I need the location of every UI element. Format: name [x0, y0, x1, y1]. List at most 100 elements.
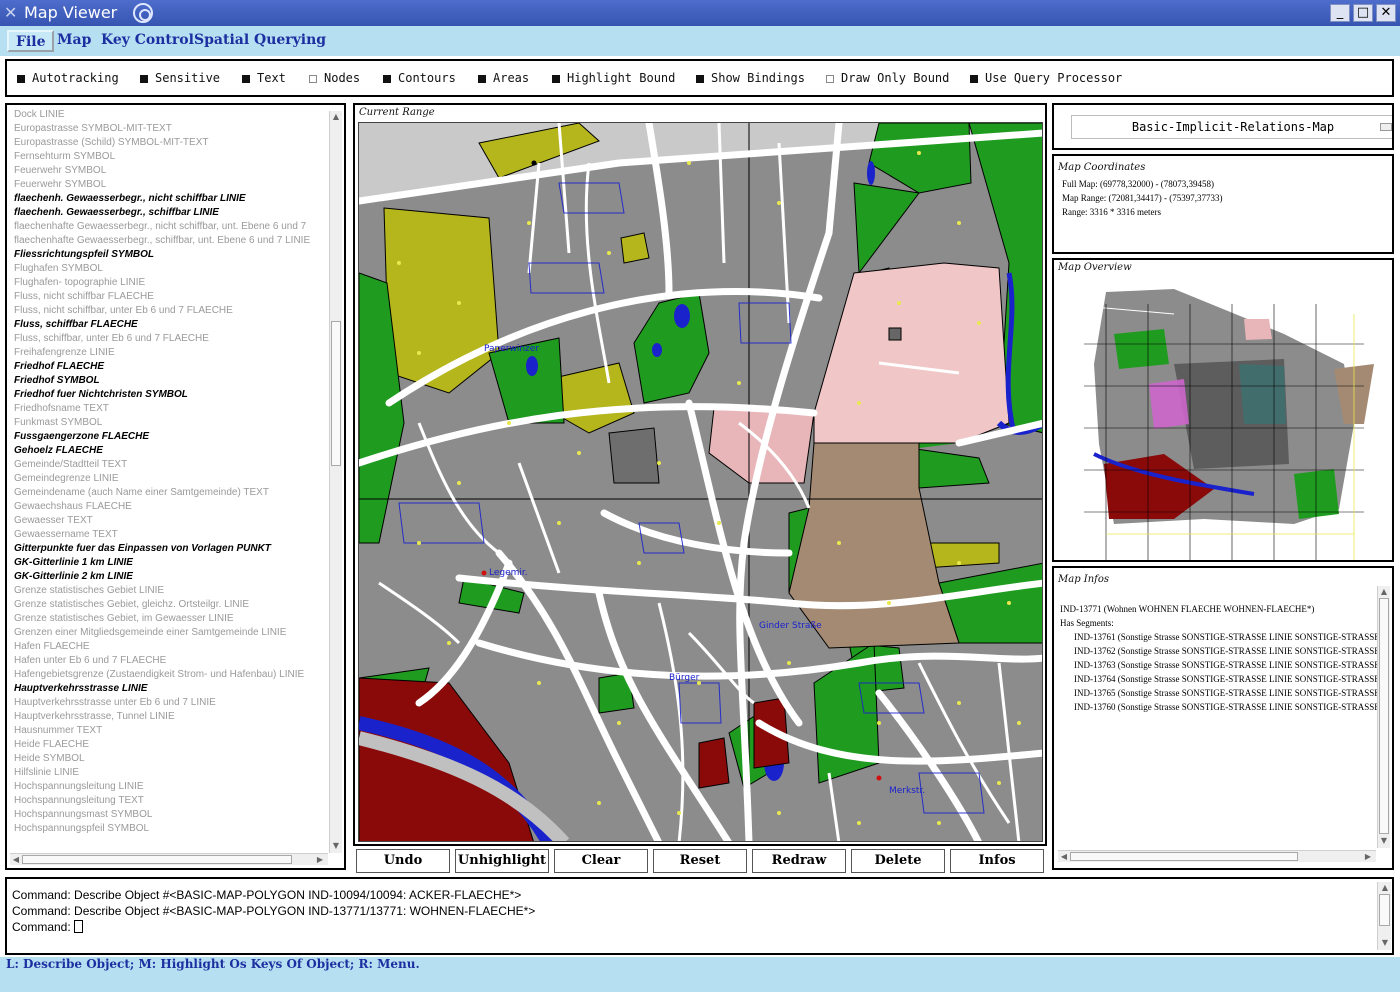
layer-item[interactable]: Gemeinde/Stadtteil TEXT — [14, 458, 329, 472]
scroll-up-icon[interactable]: ▲ — [1380, 883, 1390, 893]
layer-item[interactable]: Feuerwehr SYMBOL — [14, 178, 329, 192]
layer-item[interactable]: Gewaechshaus FLAECHE — [14, 500, 329, 514]
layer-item[interactable]: flaechenh. Gewaesserbegr., schiffbar LIN… — [14, 206, 329, 220]
layer-item[interactable]: Grenze statistisches Gebiet, gleichz. Or… — [14, 598, 329, 612]
command-prompt[interactable]: Command: — [12, 920, 83, 934]
option-areas[interactable]: Areas — [478, 71, 529, 85]
scroll-down-icon[interactable]: ▼ — [331, 841, 341, 851]
layer-item[interactable]: Gewaessername TEXT — [14, 528, 329, 542]
layer-item[interactable]: flaechenhafte Gewaesserbegr., nicht schi… — [14, 220, 329, 234]
scroll-thumb[interactable] — [1379, 598, 1389, 834]
layer-item[interactable]: Heide SYMBOL — [14, 752, 329, 766]
layer-item[interactable]: Gewaesser TEXT — [14, 514, 329, 528]
layer-item[interactable]: Hauptverkehrsstrasse unter Eb 6 und 7 LI… — [14, 696, 329, 710]
layer-item[interactable]: Grenzen einer Mitgliedsgemeinde einer Sa… — [14, 626, 329, 640]
scroll-up-icon[interactable]: ▲ — [1379, 587, 1389, 597]
layer-list-hscrollbar[interactable]: ◀ ▶ — [10, 853, 328, 865]
layer-item[interactable]: Feuerwehr SYMBOL — [14, 164, 329, 178]
option-autotracking[interactable]: Autotracking — [17, 71, 119, 85]
layer-item[interactable]: Grenze statistisches Gebiet LINIE — [14, 584, 329, 598]
option-highlight-bound[interactable]: Highlight Bound — [552, 71, 675, 85]
layer-item[interactable]: Hauptverkehrsstrasse, Tunnel LINIE — [14, 710, 329, 724]
layer-item[interactable]: Heide FLAECHE — [14, 738, 329, 752]
layer-list-vscrollbar[interactable]: ▲ ▼ — [329, 111, 342, 853]
layer-item[interactable]: Flughafen SYMBOL — [14, 262, 329, 276]
layer-item[interactable]: Hochspannungspfeil SYMBOL — [14, 822, 329, 836]
scroll-left-icon[interactable]: ◀ — [11, 855, 21, 865]
infos-button[interactable]: Infos — [950, 849, 1044, 873]
map-selector-dropdown[interactable]: Basic-Implicit-Relations-Map — [1071, 115, 1392, 139]
close-button[interactable]: ✕ — [1376, 4, 1396, 22]
city-map-canvas[interactable]: Legemir. Merkstr. Ginder Straße Paperwin… — [358, 122, 1043, 842]
infos-hscrollbar[interactable]: ◀ ▶ — [1058, 850, 1376, 862]
option-text[interactable]: Text — [242, 71, 286, 85]
console-vscrollbar[interactable]: ▲ ▼ — [1377, 882, 1391, 950]
scroll-left-icon[interactable]: ◀ — [1059, 852, 1069, 862]
layer-item[interactable]: Hochspannungsmast SYMBOL — [14, 808, 329, 822]
scroll-up-icon[interactable]: ▲ — [331, 112, 341, 122]
scroll-thumb[interactable] — [1070, 852, 1298, 861]
menu-map[interactable]: Map — [50, 30, 98, 52]
scroll-thumb[interactable] — [1379, 894, 1390, 926]
layer-item[interactable]: Dock LINIE — [14, 108, 329, 122]
scroll-thumb[interactable] — [331, 321, 341, 466]
layer-item[interactable]: Hilfslinie LINIE — [14, 766, 329, 780]
menu-spatial-querying[interactable]: Spatial Querying — [187, 30, 333, 52]
layer-item[interactable]: Freihafengrenze LINIE — [14, 346, 329, 360]
layer-item[interactable]: Hauptverkehrsstrasse LINIE — [14, 682, 329, 696]
checkbox[interactable] — [478, 75, 486, 83]
layer-item[interactable]: flaechenhafte Gewaesserbegr., schiffbar,… — [14, 234, 329, 248]
clear-button[interactable]: Clear — [554, 849, 648, 873]
undo-button[interactable]: Undo — [356, 849, 450, 873]
maximize-button[interactable]: □ — [1353, 4, 1373, 22]
checkbox[interactable] — [17, 75, 25, 83]
minimize-button[interactable]: _ — [1330, 4, 1350, 22]
layer-item[interactable]: Fluss, nicht schiffbar FLAECHE — [14, 290, 329, 304]
layer-item[interactable]: Hafen FLAECHE — [14, 640, 329, 654]
checkbox[interactable] — [970, 75, 978, 83]
checkbox[interactable] — [140, 75, 148, 83]
layer-item[interactable]: Gitterpunkte fuer das Einpassen von Vorl… — [14, 542, 329, 556]
scroll-down-icon[interactable]: ▼ — [1380, 938, 1390, 948]
layer-item[interactable]: Friedhof fuer Nichtchristen SYMBOL — [14, 388, 329, 402]
layer-item[interactable]: Friedhof SYMBOL — [14, 374, 329, 388]
layer-item[interactable]: Hafen unter Eb 6 und 7 FLAECHE — [14, 654, 329, 668]
delete-button[interactable]: Delete — [851, 849, 945, 873]
layer-item[interactable]: Friedhofsname TEXT — [14, 402, 329, 416]
checkbox[interactable] — [826, 75, 834, 83]
layer-item[interactable]: Fluss, schiffbar FLAECHE — [14, 318, 329, 332]
layer-item[interactable]: Hochspannungsleitung LINIE — [14, 780, 329, 794]
option-sensitive[interactable]: Sensitive — [140, 71, 220, 85]
layer-item[interactable]: Friedhof FLAECHE — [14, 360, 329, 374]
layer-item[interactable]: Fliessrichtungspfeil SYMBOL — [14, 248, 329, 262]
layer-item[interactable]: GK-Gitterlinie 1 km LINIE — [14, 556, 329, 570]
redraw-button[interactable]: Redraw — [752, 849, 846, 873]
option-show-bindings[interactable]: Show Bindings — [696, 71, 805, 85]
layer-item[interactable]: GK-Gitterlinie 2 km LINIE — [14, 570, 329, 584]
layer-item[interactable]: Europastrasse (Schild) SYMBOL-MIT-TEXT — [14, 136, 329, 150]
dropdown-icon[interactable] — [1380, 123, 1392, 131]
layer-item[interactable]: Gemeindename (auch Name einer Samtgemein… — [14, 486, 329, 500]
checkbox[interactable] — [242, 75, 250, 83]
menu-file[interactable]: File — [7, 30, 55, 52]
layer-item[interactable]: Flughafen- topographie LINIE — [14, 276, 329, 290]
layer-item[interactable]: Fussgaengerzone FLAECHE — [14, 430, 329, 444]
layer-item[interactable]: Fluss, schiffbar, unter Eb 6 und 7 FLAEC… — [14, 332, 329, 346]
reset-button[interactable]: Reset — [653, 849, 747, 873]
infos-vscrollbar[interactable]: ▲ ▼ — [1377, 586, 1390, 848]
layer-item[interactable]: Gehoelz FLAECHE — [14, 444, 329, 458]
layer-item[interactable]: Fluss, nicht schiffbar, unter Eb 6 und 7… — [14, 304, 329, 318]
option-nodes[interactable]: Nodes — [309, 71, 360, 85]
layer-item[interactable]: Funkmast SYMBOL — [14, 416, 329, 430]
checkbox[interactable] — [309, 75, 317, 83]
layer-item[interactable]: Europastrasse SYMBOL-MIT-TEXT — [14, 122, 329, 136]
layer-item[interactable]: Hafengebietsgrenze (Zustaendigkeit Strom… — [14, 668, 329, 682]
overview-map-svg[interactable] — [1054, 274, 1392, 560]
checkbox[interactable] — [696, 75, 704, 83]
layer-item[interactable]: Gemeindegrenze LINIE — [14, 472, 329, 486]
layer-list[interactable]: Dock LINIE Europastrasse SYMBOL-MIT-TEXT E… — [14, 108, 329, 836]
layer-item[interactable]: Fernsehturm SYMBOL — [14, 150, 329, 164]
menu-key-control[interactable]: Key Control — [94, 30, 201, 52]
option-draw-only-bound[interactable]: Draw Only Bound — [826, 71, 949, 85]
option-contours[interactable]: Contours — [383, 71, 456, 85]
